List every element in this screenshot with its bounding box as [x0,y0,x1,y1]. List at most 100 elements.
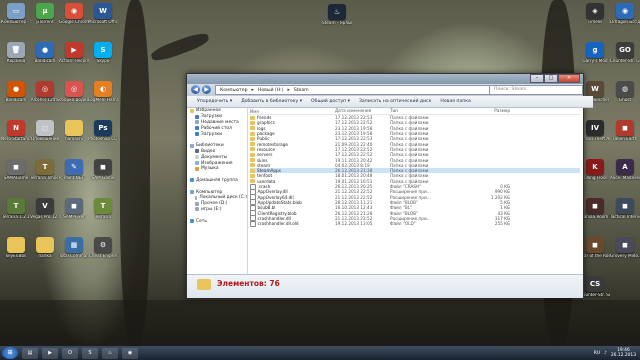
nav-item-icon [195,166,199,171]
desktop-shortcut[interactable]: ▭Компьютер - Ярлык [1,3,31,33]
burn-button[interactable]: Записать на оптический диск [359,99,431,104]
desktop-shortcut[interactable]: ● Bandicam [30,42,60,72]
desktop-shortcut[interactable]: ● Bandicam [1,81,31,111]
desktop-shortcut[interactable]: T Terraria 1.2.1 [1,198,31,228]
maximize-button[interactable]: □ [544,74,558,83]
organize-button[interactable]: Упорядочить ▾ [197,99,232,104]
desktop-shortcut[interactable]: K Killing Floor [580,159,610,189]
desktop-shortcut[interactable]: ◼ SAMAGame [1,159,31,189]
search-input[interactable]: Поиск: Steam [489,85,583,95]
desktop-shortcut[interactable]: g Garry's Mod [580,42,610,72]
desktop-shortcut[interactable]: ◼ Grovery Mido... [610,237,640,267]
breadcrumb-drive[interactable]: Новый (H:) [258,88,284,93]
desktop-shortcut[interactable]: ◼War of the Roses [580,237,610,267]
desktop-shortcut[interactable]: keyEnBbs [1,237,31,267]
desktop-shortcut[interactable]: μ μTorrent [30,3,60,33]
chrome-taskbar-icon[interactable]: ◉ [122,347,138,359]
column-size[interactable]: Размер [460,108,510,114]
desktop-shortcut[interactable]: GOCounter-Str. Global Offe. [610,42,640,72]
file-list: Имя Дата изменения Тип Размер friends 17.… [248,108,583,274]
new-folder-button[interactable]: Новая папка [440,99,470,104]
desktop-shortcut[interactable]: hamachi [59,120,89,150]
nav-item-label: Прочее (D:) [201,201,228,207]
language-indicator[interactable]: RU [594,351,600,356]
garrysmod-icon: g [586,42,604,58]
minimize-button[interactable]: – [530,74,544,83]
folder-icon [250,120,255,125]
desktop-shortcut[interactable]: ◼ Fallen Earth [610,120,640,150]
add-to-library-button[interactable]: Добавить в библиотеку ▾ [241,99,302,104]
desktop-shortcut[interactable]: S Skype [88,42,118,72]
column-type[interactable]: Тип [390,108,460,114]
nav-item-icon [195,161,199,166]
recycle-bin-icon: 🗑 [7,42,25,58]
desktop-shortcut[interactable]: ◉Ddragon.Ботдек [610,3,640,33]
volume-icon[interactable]: ♪ [604,351,607,356]
desktop-shortcut[interactable]: T Terraria Tshock [30,159,60,189]
desktop-shortcut[interactable]: VVegas Pro 12.0 (64-bit) [30,198,60,228]
desktop-shortcut[interactable]: ◼ SAM Game [88,159,118,189]
folder-icon [250,163,255,168]
breadcrumb-steam[interactable]: Steam [294,88,309,93]
steam-shortcut-icon[interactable]: ♨ Steam - Ярлык [322,4,352,34]
system-tray: RU ♪ 19:46 26.12.2013 [594,346,636,360]
desktop-shortcut[interactable]: ⚙ Cheat Engine [88,237,118,267]
desktop-icon-label: Counter-Str. Global Offe. [610,59,640,63]
folder-icon [250,136,255,141]
media-taskbar-icon[interactable]: ▶ [42,347,58,359]
skype-taskbar-icon[interactable]: S [82,347,98,359]
desktop-shortcut[interactable]: NNero StartSmart [1,120,31,150]
start-button[interactable]: ⊞ [2,347,18,359]
desktop-shortcut[interactable]: ✎ Paint.NET [59,159,89,189]
folder-icon [250,158,255,163]
share-button[interactable]: Общий доступ ▾ [311,99,350,104]
nav-item-icon [195,207,199,212]
terraria-icon: T [36,159,54,175]
nav-item-icon [195,201,199,206]
nav-item-label: игры (E:) [201,206,222,212]
desktop-shortcut[interactable]: ◼Maniaa Room in Hell [580,198,610,228]
opera-taskbar-icon[interactable]: O [62,347,78,359]
back-button[interactable]: ◀ [191,85,200,94]
column-date[interactable]: Дата изменения [335,108,390,114]
column-headers: Имя Дата изменения Тип Размер [250,108,580,115]
desktop-shortcut[interactable]: ▶Action! Recorder [59,42,89,72]
desktop-icon-label: Photoshop CC x64 [88,137,118,141]
desktop-shortcut[interactable]: ◐LogMeIn Hamachi [88,81,118,111]
desktop-shortcut[interactable]: папка [30,237,60,267]
desktop-shortcut[interactable]: A Alice. Madness [610,159,640,189]
column-name[interactable]: Имя [250,108,335,114]
desktop-shortcut[interactable]: ◉ Google Chrome [59,3,89,33]
clock[interactable]: 19:46 26.12.2013 [611,348,636,358]
desktop-shortcut[interactable]: ◈ Timelis [580,3,610,33]
window-titlebar[interactable]: – □ ✕ [187,74,583,84]
desktop-shortcut[interactable]: ◼Tactical Intervention [610,198,640,228]
forward-button[interactable]: ▶ [202,85,211,94]
desktop-shortcut[interactable]: ◎ Alcohol 120% [30,81,60,111]
alice-icon: A [616,159,634,175]
sampfixer-icon: ◼ [65,198,83,214]
desktop-shortcut[interactable]: ◼ SAMPFixer [59,198,89,228]
desktop-shortcut[interactable]: T Terraria [88,198,118,228]
desktop-shortcut[interactable]: ◍ Ghost [610,81,640,111]
desktop-shortcut[interactable]: 🗑 Корзина [1,42,31,72]
notifications-icon: ◻ [36,120,54,136]
address-bar[interactable]: Компьютер ▸ Новый (H:) ▸ Steam [215,85,491,95]
desktop-shortcut[interactable]: CSCounter-Str. Source [580,276,610,306]
steam-taskbar-icon[interactable]: ♨ [102,347,118,359]
desktop-icon-label: Fallen Earth [612,137,638,141]
explorer-taskbar-icon[interactable]: ▤ [22,347,38,359]
desktop-shortcut[interactable]: PsPhotoshop CC x64 [88,120,118,150]
address-bar-area: ◀ ▶ Компьютер ▸ Новый (H:) ▸ Steam Поиск… [187,84,583,96]
desktop-shortcut[interactable]: ▦Total Commander [59,237,89,267]
file-row[interactable]: crashhandler.dll.old 19.12.2013 13:05 Файл… [250,220,580,227]
desktop-shortcut[interactable]: WMicrosoft Office Wo... [88,3,118,33]
breadcrumb-computer[interactable]: Компьютер [220,88,248,93]
desktop-shortcut[interactable]: ◎сборка доделаная [59,81,89,111]
nav-item[interactable]: Сеть [187,218,247,224]
explorer-window[interactable]: – □ ✕ ◀ ▶ Компьютер ▸ Новый (H:) ▸ Steam… [186,73,593,298]
desktop-shortcut[interactable]: ◻ Оповещения [30,120,60,150]
desktop-shortcut[interactable]: IVGrand Theft Auto IV [580,120,610,150]
close-button[interactable]: ✕ [558,74,580,83]
desktop-icon-label: Terraria Tshock [30,176,60,180]
